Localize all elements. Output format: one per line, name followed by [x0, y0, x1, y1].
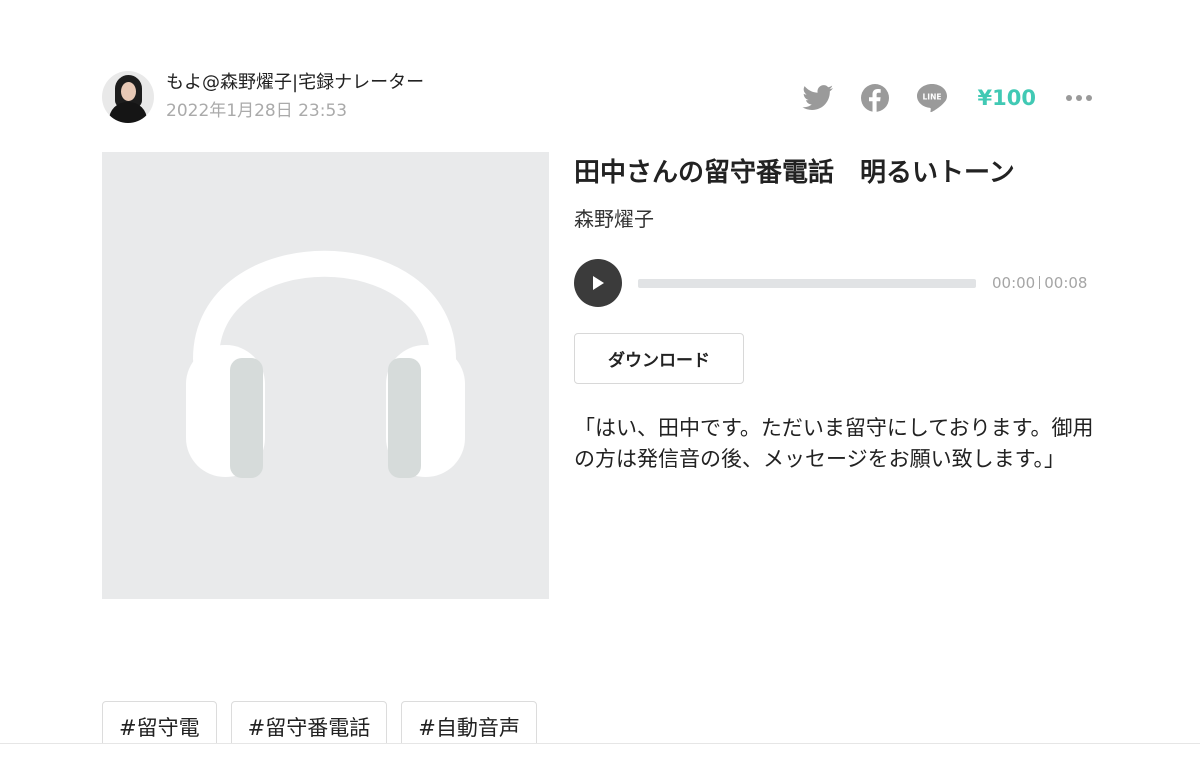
current-time: 00:00: [992, 274, 1036, 292]
audio-description: 「はい、田中です。ただいま留守にしております。御用の方は発信音の後、メッセージを…: [574, 416, 1094, 471]
note-audio-page: もよ@森野燿子|宅録ナレーター 2022年1月28日 23:53 LINE ¥1…: [0, 0, 1200, 762]
line-icon[interactable]: LINE: [916, 82, 948, 114]
share-actions: LINE ¥100: [777, 82, 1092, 114]
twitter-icon[interactable]: [801, 82, 834, 114]
facebook-icon[interactable]: [859, 82, 891, 114]
author-block: もよ@森野燿子|宅録ナレーター 2022年1月28日 23:53: [102, 71, 424, 123]
headphones-icon: [186, 250, 465, 478]
more-icon[interactable]: [1066, 95, 1092, 101]
play-button[interactable]: [574, 259, 622, 307]
audio-title: 田中さんの留守番電話 明るいトーン: [574, 158, 1015, 188]
post-date: 2022年1月28日 23:53: [166, 101, 348, 121]
duration: 00:08: [1044, 274, 1088, 292]
avatar[interactable]: [102, 71, 154, 123]
svg-text:LINE: LINE: [922, 93, 941, 102]
author-name[interactable]: もよ@森野燿子|宅録ナレーター: [166, 71, 424, 95]
audio-cover: [102, 152, 549, 599]
play-icon: [593, 276, 604, 290]
audio-content: 田中さんの留守番電話 明るいトーン 森野燿子 00:00 00:08 ダウンロード…: [574, 152, 1094, 475]
time-display: 00:00 00:08: [992, 274, 1087, 292]
audio-player: 00:00 00:08: [574, 259, 1094, 307]
progress-track[interactable]: [638, 278, 976, 288]
price-label[interactable]: ¥100: [978, 86, 1036, 110]
audio-artist: 森野燿子: [574, 207, 654, 231]
download-button[interactable]: ダウンロード: [574, 333, 744, 384]
bottom-divider: [0, 743, 1200, 762]
